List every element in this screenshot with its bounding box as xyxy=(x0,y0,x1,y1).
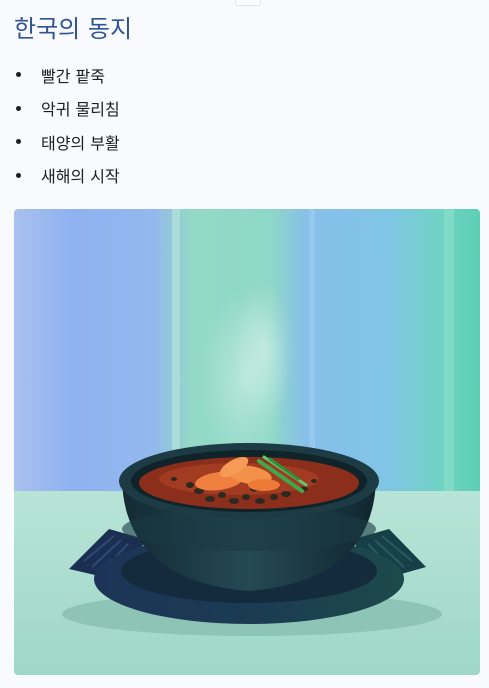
list-item-label: 빨간 팥죽 xyxy=(41,66,105,86)
list-item: 새해의 시작 xyxy=(16,159,120,193)
list-item-label: 악귀 물리침 xyxy=(41,100,120,120)
bullet-icon xyxy=(16,72,21,78)
page-title: 한국의 동지 xyxy=(14,15,133,43)
porridge-photo xyxy=(14,209,480,675)
top-tab-handle[interactable] xyxy=(235,0,261,6)
bullet-list: 빨간 팥죽 악귀 물리침 태양의 부활 새해의 시작 xyxy=(16,58,120,192)
list-item-label: 새해의 시작 xyxy=(41,167,120,187)
porridge-illustration xyxy=(14,209,480,675)
list-item: 빨간 팥죽 xyxy=(16,58,120,92)
list-item: 악귀 물리침 xyxy=(16,92,120,126)
bullet-icon xyxy=(16,172,21,178)
list-item: 태양의 부활 xyxy=(16,125,120,159)
bullet-icon xyxy=(16,105,21,111)
bullet-icon xyxy=(16,139,21,145)
list-item-label: 태양의 부활 xyxy=(41,133,120,153)
